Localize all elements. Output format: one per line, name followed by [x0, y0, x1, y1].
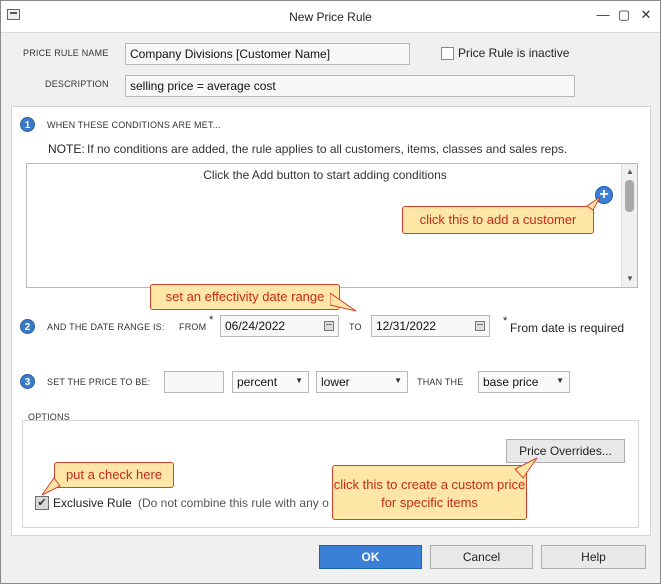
help-button[interactable]: Help — [541, 545, 646, 569]
chevron-down-icon: ▼ — [295, 376, 303, 385]
from-label: FROM — [179, 322, 207, 332]
base-select-value: base price — [483, 375, 539, 389]
callout-date-range: set an effectivity date range — [150, 284, 340, 310]
than-label: THAN THE — [417, 377, 464, 387]
callout-add-customer: click this to add a customer — [402, 206, 594, 234]
conditions-scrollbar[interactable]: ▲ ▼ — [621, 164, 637, 287]
callout-check-here-pointer-icon — [41, 477, 61, 496]
set-price-label: SET THE PRICE TO BE: — [47, 377, 151, 387]
conditions-heading: WHEN THESE CONDITIONS ARE MET... — [47, 120, 221, 130]
exclusive-rule-description: (Do not combine this rule with any o — [138, 496, 329, 510]
step-1-icon: 1 — [20, 117, 35, 132]
to-label: TO — [349, 322, 362, 332]
required-note-mark: * — [503, 315, 508, 327]
exclusive-rule-label: Exclusive Rule — [53, 496, 132, 510]
chevron-down-icon: ▼ — [556, 376, 564, 385]
direction-select[interactable]: lower ▼ — [316, 371, 408, 393]
from-required-mark: * — [209, 314, 214, 326]
restore-button[interactable]: ▢ — [615, 7, 633, 23]
date-range-label: AND THE DATE RANGE IS: — [47, 322, 165, 332]
conditions-empty-text: Click the Add button to start adding con… — [203, 168, 447, 182]
rule-name-input[interactable]: Company Divisions [Customer Name] — [125, 43, 410, 65]
step-2-icon: 2 — [20, 319, 35, 334]
inactive-checkbox[interactable] — [441, 47, 454, 60]
amount-input[interactable] — [164, 371, 224, 393]
direction-select-value: lower — [321, 375, 350, 389]
calendar-icon[interactable] — [475, 321, 485, 331]
calendar-icon[interactable] — [324, 321, 334, 331]
ok-button[interactable]: OK — [319, 545, 422, 569]
inactive-label: Price Rule is inactive — [458, 46, 570, 60]
title-bar: New Price Rule — ▢ ✕ — [1, 1, 660, 33]
scroll-thumb[interactable] — [625, 180, 634, 212]
chevron-down-icon: ▼ — [394, 376, 402, 385]
from-date-input[interactable]: 06/24/2022 — [220, 315, 339, 337]
callout-custom-price-pointer-icon — [515, 457, 538, 479]
to-date-value: 12/31/2022 — [376, 319, 437, 333]
callout-custom-price: click this to create a custom price for … — [332, 465, 527, 520]
close-button[interactable]: ✕ — [637, 7, 655, 23]
scroll-down-arrow-icon[interactable]: ▼ — [622, 272, 638, 286]
unit-select[interactable]: percent ▼ — [232, 371, 309, 393]
note-text: If no conditions are added, the rule app… — [87, 142, 568, 156]
rule-name-label: PRICE RULE NAME — [23, 48, 109, 58]
description-input[interactable]: selling price = average cost — [125, 75, 575, 97]
callout-date-range-pointer-icon — [330, 292, 357, 312]
callout-check-here: put a check here — [54, 462, 174, 488]
base-select[interactable]: base price ▼ — [478, 371, 570, 393]
note-label: NOTE: — [48, 142, 85, 156]
step-3-icon: 3 — [20, 374, 35, 389]
minimize-button[interactable]: — — [594, 7, 612, 23]
required-note: From date is required — [510, 321, 625, 335]
callout-add-customer-pointer-icon — [587, 196, 601, 211]
window-title: New Price Rule — [289, 10, 372, 24]
unit-select-value: percent — [237, 375, 278, 389]
to-date-input[interactable]: 12/31/2022 — [371, 315, 490, 337]
cancel-button[interactable]: Cancel — [430, 545, 533, 569]
new-price-rule-dialog: New Price Rule — ▢ ✕ PRICE RULE NAME Com… — [0, 0, 661, 584]
description-label: DESCRIPTION — [45, 79, 109, 89]
scroll-up-arrow-icon[interactable]: ▲ — [622, 165, 638, 179]
exclusive-rule-checkbox[interactable]: ✔ — [35, 496, 49, 510]
from-date-value: 06/24/2022 — [225, 319, 286, 333]
